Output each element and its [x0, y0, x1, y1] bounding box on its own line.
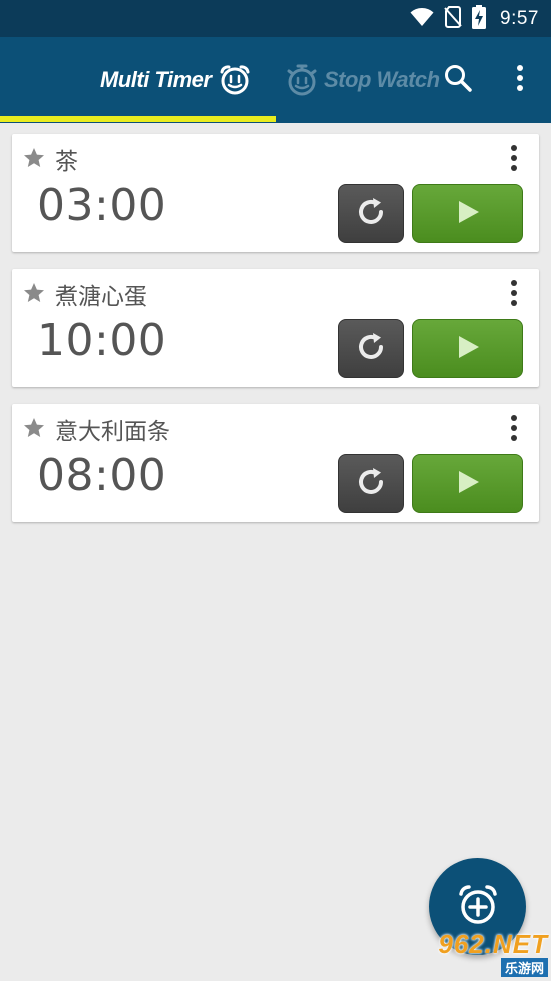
search-icon: [443, 63, 473, 95]
play-button[interactable]: [412, 184, 523, 243]
reset-icon: [354, 330, 388, 368]
timer-card[interactable]: 意大利面条 08:00: [12, 404, 539, 522]
play-button[interactable]: [412, 319, 523, 378]
timer-card[interactable]: 煮溏心蛋 10:00: [12, 269, 539, 387]
play-icon: [455, 199, 481, 229]
tab-multi-timer[interactable]: Multi Timer: [100, 37, 251, 123]
timer-menu-button[interactable]: [505, 279, 523, 307]
tab-multi-timer-label: Multi Timer: [100, 67, 212, 92]
timer-menu-button[interactable]: [505, 414, 523, 442]
timer-time: 03:00: [37, 180, 167, 231]
play-icon: [455, 334, 481, 364]
stopwatch-icon: [286, 64, 318, 96]
no-sim-icon: [444, 5, 462, 32]
reset-icon: [354, 195, 388, 233]
reset-button[interactable]: [338, 184, 404, 243]
status-bar: 9:57: [0, 0, 551, 37]
tab-stop-watch[interactable]: Stop Watch: [286, 37, 440, 123]
alarm-clock-icon: [219, 64, 251, 96]
star-icon[interactable]: [22, 416, 46, 440]
play-icon: [455, 469, 481, 499]
star-icon[interactable]: [22, 281, 46, 305]
play-button[interactable]: [412, 454, 523, 513]
watermark-site: 962.NET: [438, 929, 548, 959]
reset-button[interactable]: [338, 454, 404, 513]
reset-button[interactable]: [338, 319, 404, 378]
timer-time: 10:00: [37, 315, 167, 366]
timer-card[interactable]: 茶 03:00: [12, 134, 539, 252]
status-clock: 9:57: [500, 7, 539, 29]
tab-stop-watch-label: Stop Watch: [324, 67, 440, 92]
watermark-brand: 乐游网: [500, 958, 548, 977]
wifi-icon: [410, 7, 434, 31]
overflow-menu-button[interactable]: [508, 63, 532, 95]
reset-icon: [354, 465, 388, 503]
timer-time: 08:00: [37, 450, 167, 501]
overflow-menu-icon: [516, 63, 524, 95]
star-icon[interactable]: [22, 146, 46, 170]
add-alarm-icon: [456, 883, 500, 931]
battery-charging-icon: [472, 4, 487, 33]
timer-name: 茶: [55, 149, 78, 175]
watermark: 962.NET 乐游网: [412, 929, 548, 977]
tab-indicator: [0, 116, 276, 122]
timer-name: 煮溏心蛋: [55, 284, 147, 310]
search-button[interactable]: [443, 63, 475, 95]
timer-menu-button[interactable]: [505, 144, 523, 172]
timer-name: 意大利面条: [55, 419, 170, 445]
